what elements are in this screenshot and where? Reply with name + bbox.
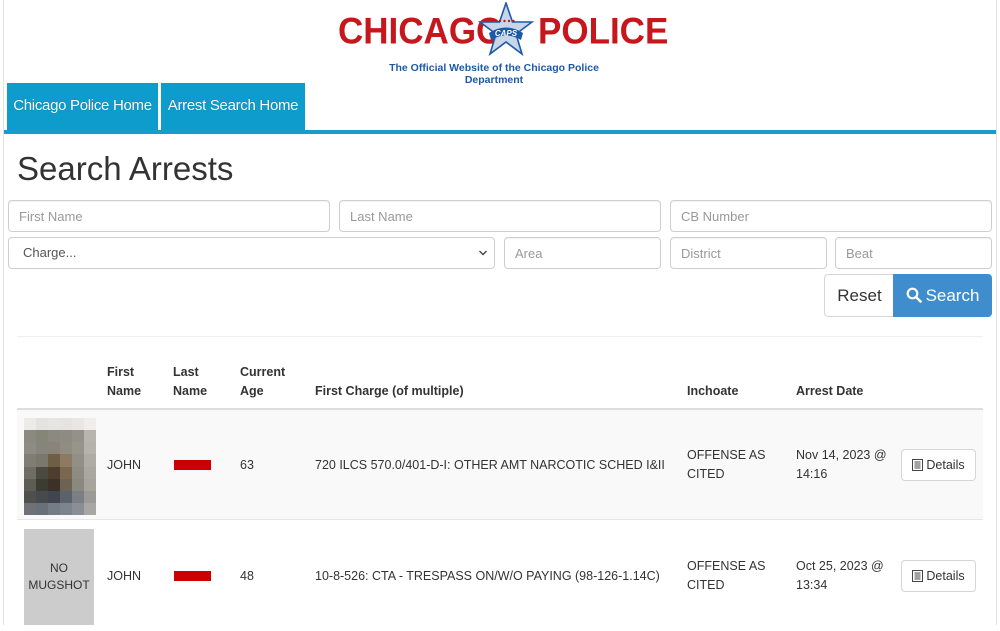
mugshot-pixel xyxy=(60,418,72,431)
mugshot-pixel xyxy=(36,478,48,491)
header-first-name[interactable]: First Name xyxy=(107,363,141,401)
charge-select[interactable]: Charge... xyxy=(8,237,495,269)
charge-select-value: Charge... xyxy=(23,245,77,260)
mugshot-image[interactable] xyxy=(24,418,96,515)
caps-star-icon: CAPS xyxy=(478,2,534,57)
page-title: Search Arrests xyxy=(17,150,234,187)
area-input[interactable] xyxy=(504,237,661,269)
mugshot-pixel xyxy=(48,418,60,431)
mugshot-pixel xyxy=(72,478,84,491)
mugshot-pixel xyxy=(84,490,96,503)
chevron-down-icon xyxy=(478,238,488,279)
mugshot-pixel xyxy=(48,430,60,443)
header-first-charge[interactable]: First Charge (of multiple) xyxy=(315,382,464,401)
mugshot-pixel xyxy=(60,430,72,443)
mugshot-pixel xyxy=(36,466,48,479)
search-button[interactable]: Search xyxy=(893,274,992,317)
mugshot-pixel xyxy=(24,466,36,479)
mugshot-pixel xyxy=(60,466,72,479)
redacted-last-name xyxy=(174,460,211,470)
nav-tab-chicago-police-home[interactable]: Chicago Police Home xyxy=(7,83,158,130)
redacted-last-name xyxy=(174,571,211,581)
mugshot-pixel xyxy=(48,442,60,455)
mugshot-pixel xyxy=(48,502,60,515)
mugshot-pixel xyxy=(72,454,84,467)
table-row: JOHN 63 720 ILCS 570.0/401-D-I: OTHER AM… xyxy=(17,410,983,520)
mugshot-pixel xyxy=(84,466,96,479)
table-row: NO MUGSHOT JOHN 48 10-8-526: CTA - TRESP… xyxy=(17,521,983,631)
age-cell: 48 xyxy=(240,569,254,583)
mugshot-pixel xyxy=(60,454,72,467)
mugshot-pixel xyxy=(24,442,36,455)
mugshot-pixel xyxy=(24,454,36,467)
mugshot-pixel xyxy=(36,502,48,515)
mugshot-pixel xyxy=(84,442,96,455)
mugshot-pixel xyxy=(60,478,72,491)
mugshot-pixel xyxy=(24,430,36,443)
mugshot-pixel xyxy=(36,490,48,503)
no-mugshot-placeholder: NO MUGSHOT xyxy=(24,529,94,625)
mugshot-pixel xyxy=(36,442,48,455)
mugshot-pixel xyxy=(36,418,48,431)
district-input[interactable] xyxy=(670,237,827,269)
mugshot-pixel xyxy=(48,490,60,503)
header-inchoate[interactable]: Inchoate xyxy=(687,382,738,401)
first-name-input[interactable] xyxy=(8,200,330,232)
caps-badge-text: CAPS xyxy=(495,29,518,38)
first-name-cell: JOHN xyxy=(107,458,142,472)
mugshot-pixel xyxy=(60,502,72,515)
mugshot-pixel xyxy=(72,418,84,431)
mugshot-pixel xyxy=(84,418,96,431)
arrest-date-cell: Nov 14, 2023 @ 14:16 xyxy=(796,448,887,481)
divider xyxy=(17,336,983,337)
details-button[interactable]: Details xyxy=(901,560,976,592)
mugshot-pixel xyxy=(72,430,84,443)
last-name-input[interactable] xyxy=(339,200,661,232)
inchoate-cell: OFFENSE AS CITED xyxy=(687,448,766,481)
mugshot-pixel xyxy=(60,442,72,455)
mugshot-pixel xyxy=(48,478,60,491)
charge-cell: 10-8-526: CTA - TRESPASS ON/W/O PAYING (… xyxy=(315,569,660,583)
mugshot-pixel xyxy=(48,466,60,479)
search-button-label: Search xyxy=(925,286,980,305)
chicago-police-logo[interactable]: CHICAGO CAPS POLICE The Official Website… xyxy=(338,2,668,86)
details-button[interactable]: Details xyxy=(901,449,976,481)
cb-number-input[interactable] xyxy=(670,200,992,232)
nav-tab-arrest-search-home[interactable]: Arrest Search Home xyxy=(161,83,305,130)
mugshot-pixel xyxy=(24,490,36,503)
mugshot-pixel xyxy=(72,502,84,515)
mugshot-pixel xyxy=(24,418,36,431)
mugshot-pixel xyxy=(48,454,60,467)
age-cell: 63 xyxy=(240,458,254,472)
charge-cell: 720 ILCS 570.0/401-D-I: OTHER AMT NARCOT… xyxy=(315,458,665,472)
mugshot-pixel xyxy=(24,502,36,515)
mugshot-pixel xyxy=(72,466,84,479)
search-icon xyxy=(906,287,922,303)
main-nav: Chicago Police Home Arrest Search Home xyxy=(4,83,996,134)
list-icon xyxy=(912,459,924,471)
header-last-name[interactable]: Last Name xyxy=(173,363,207,401)
header-arrest-date[interactable]: Arrest Date xyxy=(796,382,863,401)
list-icon xyxy=(912,570,924,582)
header-current-age[interactable]: Current Age xyxy=(240,363,285,401)
beat-input[interactable] xyxy=(835,237,992,269)
mugshot-pixel xyxy=(84,502,96,515)
mugshot-pixel xyxy=(84,454,96,467)
mugshot-pixel xyxy=(72,442,84,455)
mugshot-pixel xyxy=(72,490,84,503)
mugshot-pixel xyxy=(60,490,72,503)
logo-text-police: POLICE xyxy=(538,11,669,52)
inchoate-cell: OFFENSE AS CITED xyxy=(687,559,766,592)
mugshot-pixel xyxy=(36,454,48,467)
first-name-cell: JOHN xyxy=(107,569,142,583)
mugshot-pixel xyxy=(24,478,36,491)
arrest-date-cell: Oct 25, 2023 @ 13:34 xyxy=(796,559,884,592)
reset-button[interactable]: Reset xyxy=(824,274,894,317)
mugshot-pixel xyxy=(84,430,96,443)
mugshot-pixel xyxy=(84,478,96,491)
mugshot-pixel xyxy=(36,430,48,443)
